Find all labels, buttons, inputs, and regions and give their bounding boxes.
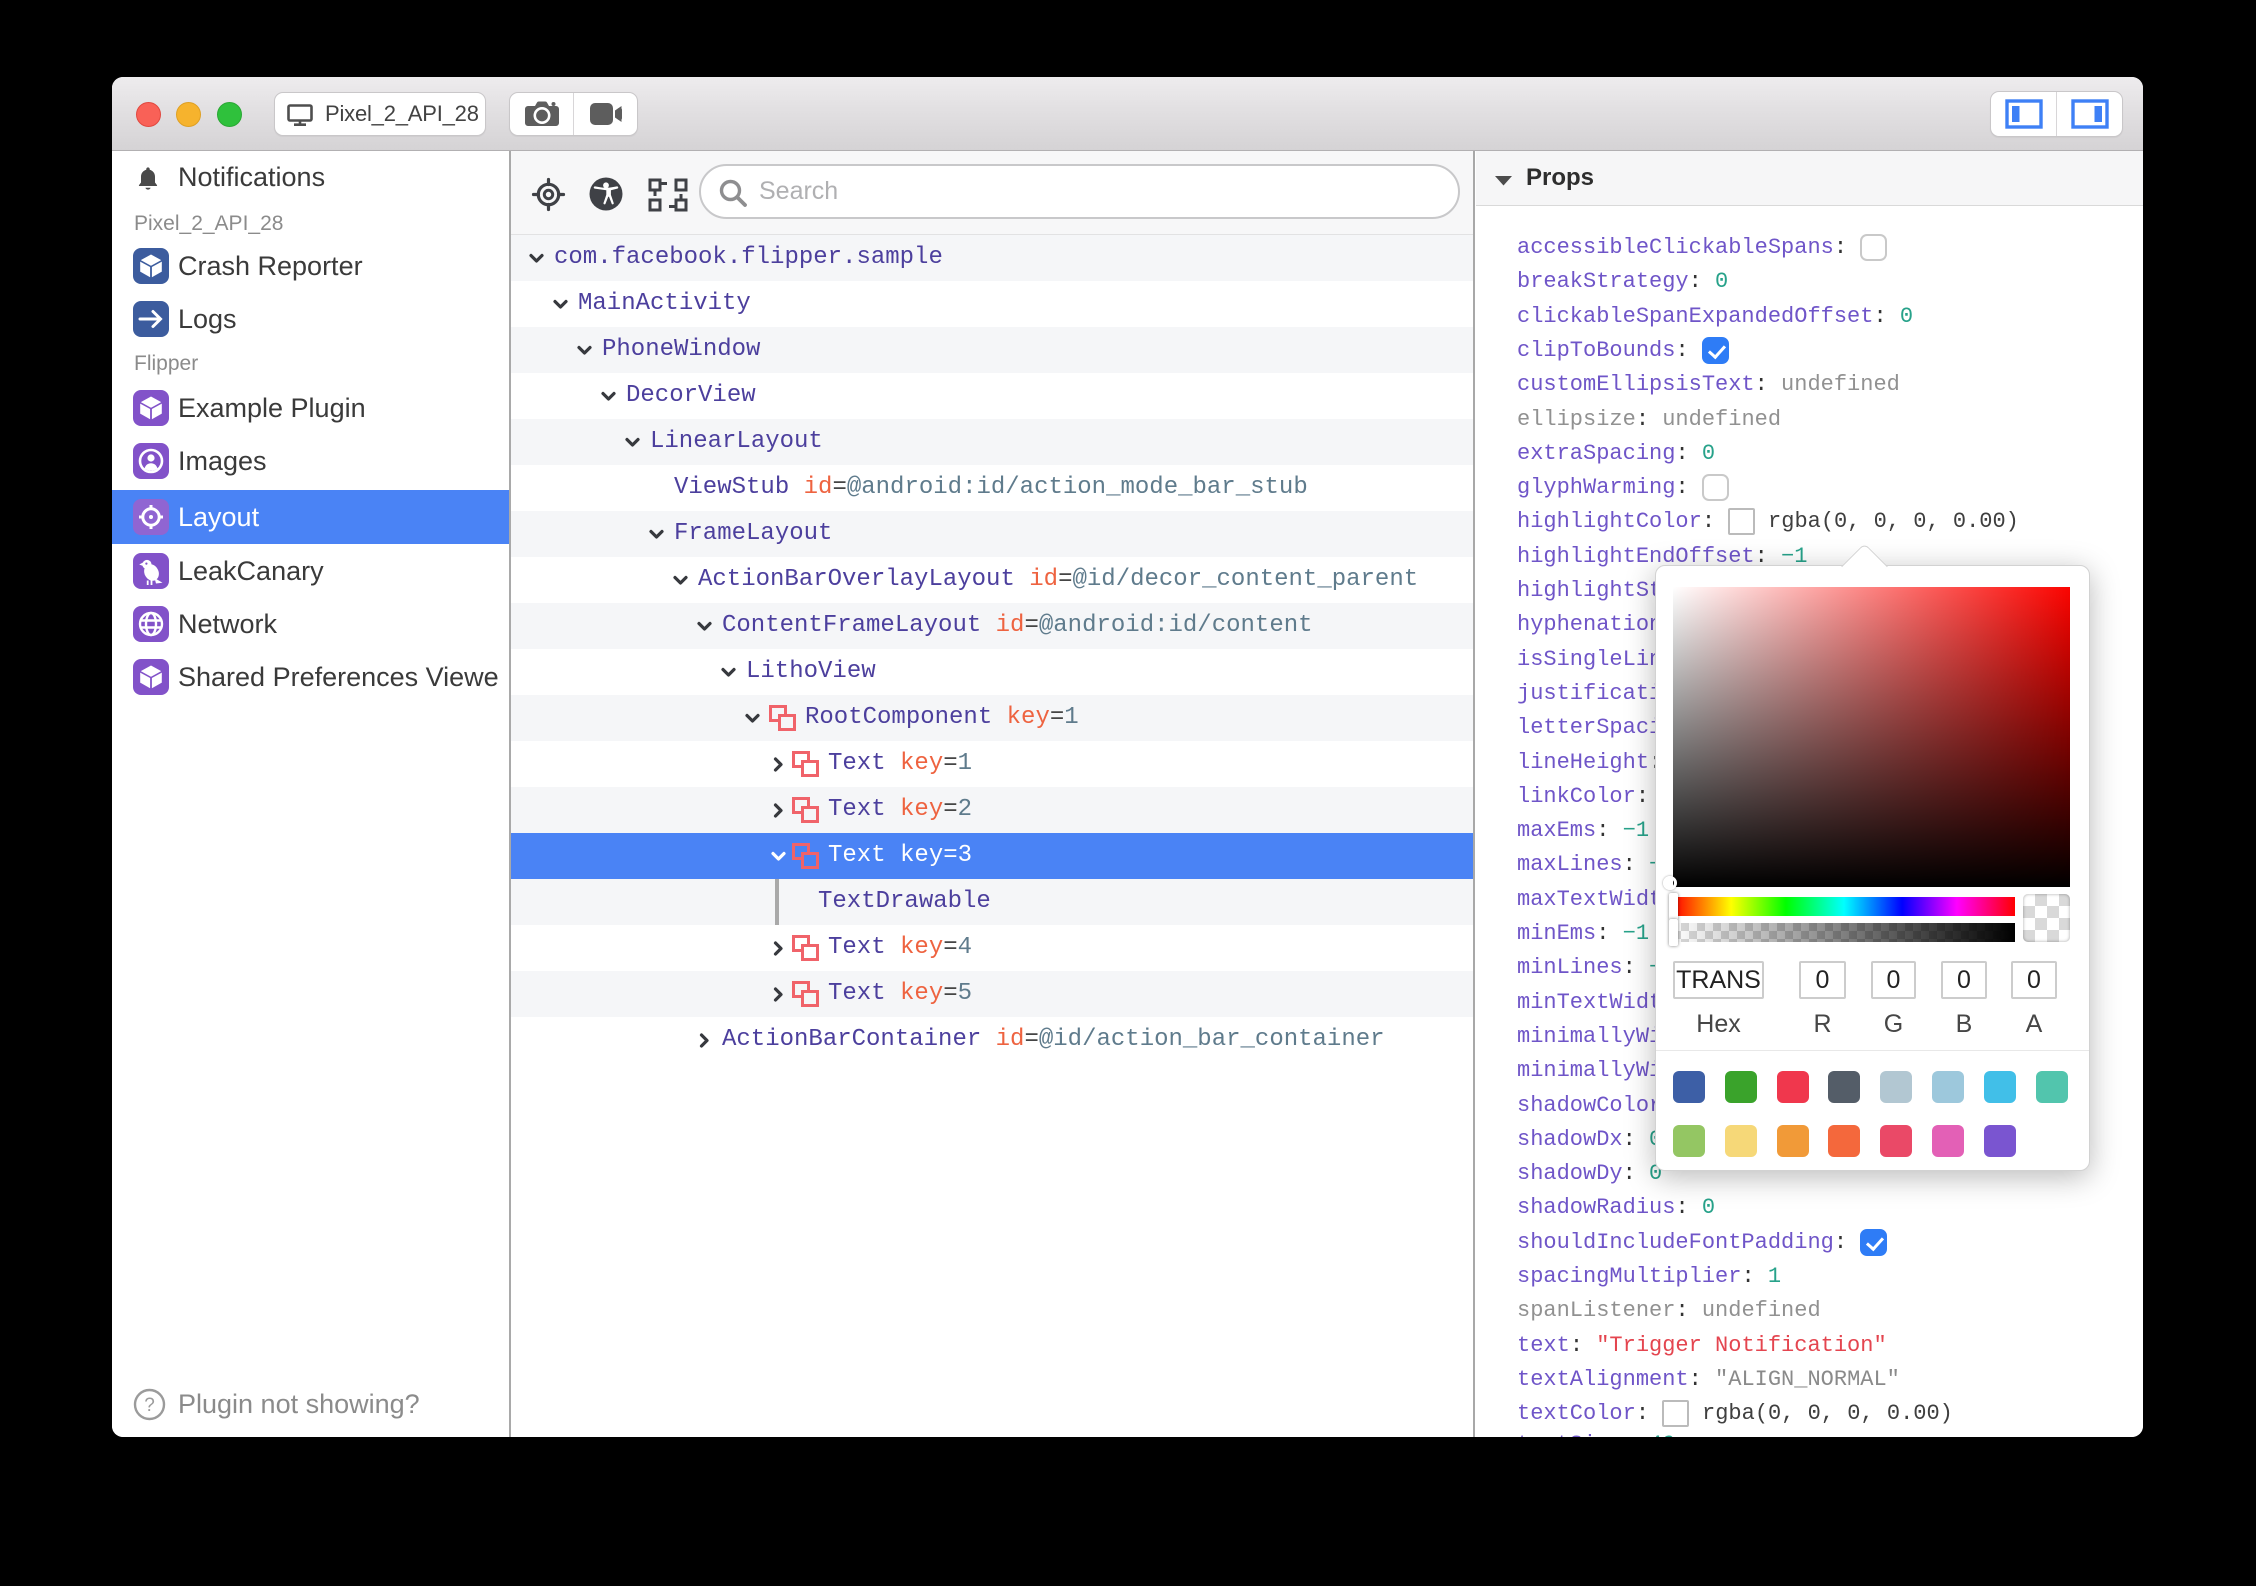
svg-text:?: ?	[144, 1395, 155, 1416]
